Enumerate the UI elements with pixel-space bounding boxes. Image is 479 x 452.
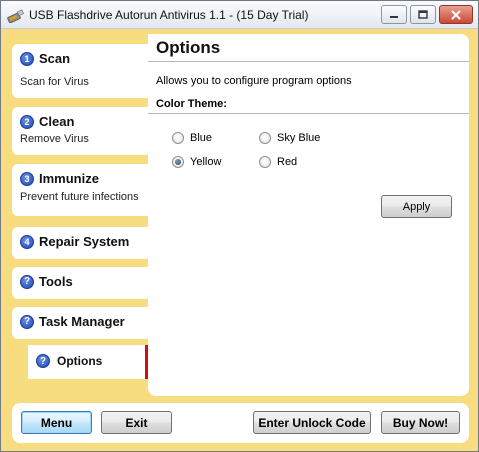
bottom-bar: Menu Exit Enter Unlock Code Buy Now! [12,403,469,443]
enter-unlock-code-button[interactable]: Enter Unlock Code [253,411,371,434]
usb-drive-icon [7,9,24,23]
sidebar-item-subtitle: Prevent future infections [20,191,139,203]
sidebar-item-options[interactable]: ? Options [28,345,148,379]
sidebar-item-scan[interactable]: 1 Scan Scan for Virus [12,44,148,98]
radio-label: Blue [190,132,213,144]
radio-button[interactable] [259,132,271,144]
minimize-icon [390,15,398,18]
options-panel: Options Allows you to configure program … [148,34,469,396]
number-badge-icon: 1 [20,51,34,66]
help-circle-icon: ? [36,354,50,368]
title-bar[interactable]: USB Flashdrive Autorun Antivirus 1.1 - (… [1,1,478,29]
sidebar-item-tools[interactable]: ? Tools [12,267,148,299]
window-title: USB Flashdrive Autorun Antivirus 1.1 - (… [29,8,309,22]
sidebar-item-title: Immunize [39,171,99,186]
panel-description: Allows you to configure program options [156,75,352,87]
buy-now-button[interactable]: Buy Now! [381,411,460,434]
radio-button[interactable] [172,156,184,168]
sidebar-item-title: Options [57,354,103,368]
maximize-icon [418,10,428,19]
page-title: Options [156,38,221,57]
exit-button[interactable]: Exit [101,411,172,434]
theme-radio-sky-blue[interactable]: Sky Blue [259,132,320,144]
number-badge-icon: 4 [20,234,34,249]
radio-label: Red [277,156,298,168]
theme-radio-red[interactable]: Red [259,156,297,168]
radio-label: Sky Blue [277,132,321,144]
color-theme-label: Color Theme: [156,98,227,110]
title-divider [148,61,469,62]
theme-radio-yellow[interactable]: Yellow [172,156,221,168]
sidebar-item-subtitle: Remove Virus [20,133,89,145]
sidebar-item-immunize[interactable]: 3 Immunize Prevent future infections [12,164,148,216]
number-badge-icon: 2 [20,114,34,129]
theme-divider [148,113,469,114]
app-window: USB Flashdrive Autorun Antivirus 1.1 - (… [0,0,479,452]
help-circle-icon: ? [20,314,34,329]
radio-label: Yellow [190,156,222,168]
close-button[interactable] [439,5,473,24]
menu-button[interactable]: Menu [21,411,92,434]
maximize-button[interactable] [410,5,436,24]
theme-radio-blue[interactable]: Blue [172,132,212,144]
sidebar-item-title: Scan [39,51,71,66]
radio-button[interactable] [172,132,184,144]
sidebar-item-subtitle: Scan for Virus [20,76,89,88]
help-circle-icon: ? [20,274,34,289]
sidebar-item-task-manager[interactable]: ? Task Manager [12,307,148,339]
sidebar-item-title: Repair System [39,234,130,249]
sidebar-item-title: Clean [39,114,75,129]
radio-button[interactable] [259,156,271,168]
sidebar-item-repair-system[interactable]: 4 Repair System [12,227,148,259]
sidebar-item-title: Task Manager [39,314,125,329]
minimize-button[interactable] [381,5,407,24]
close-icon [451,10,461,19]
number-badge-icon: 3 [20,171,34,186]
apply-button[interactable]: Apply [381,195,452,218]
sidebar-item-title: Tools [39,274,73,289]
sidebar-item-clean[interactable]: 2 Clean Remove Virus [12,107,148,155]
